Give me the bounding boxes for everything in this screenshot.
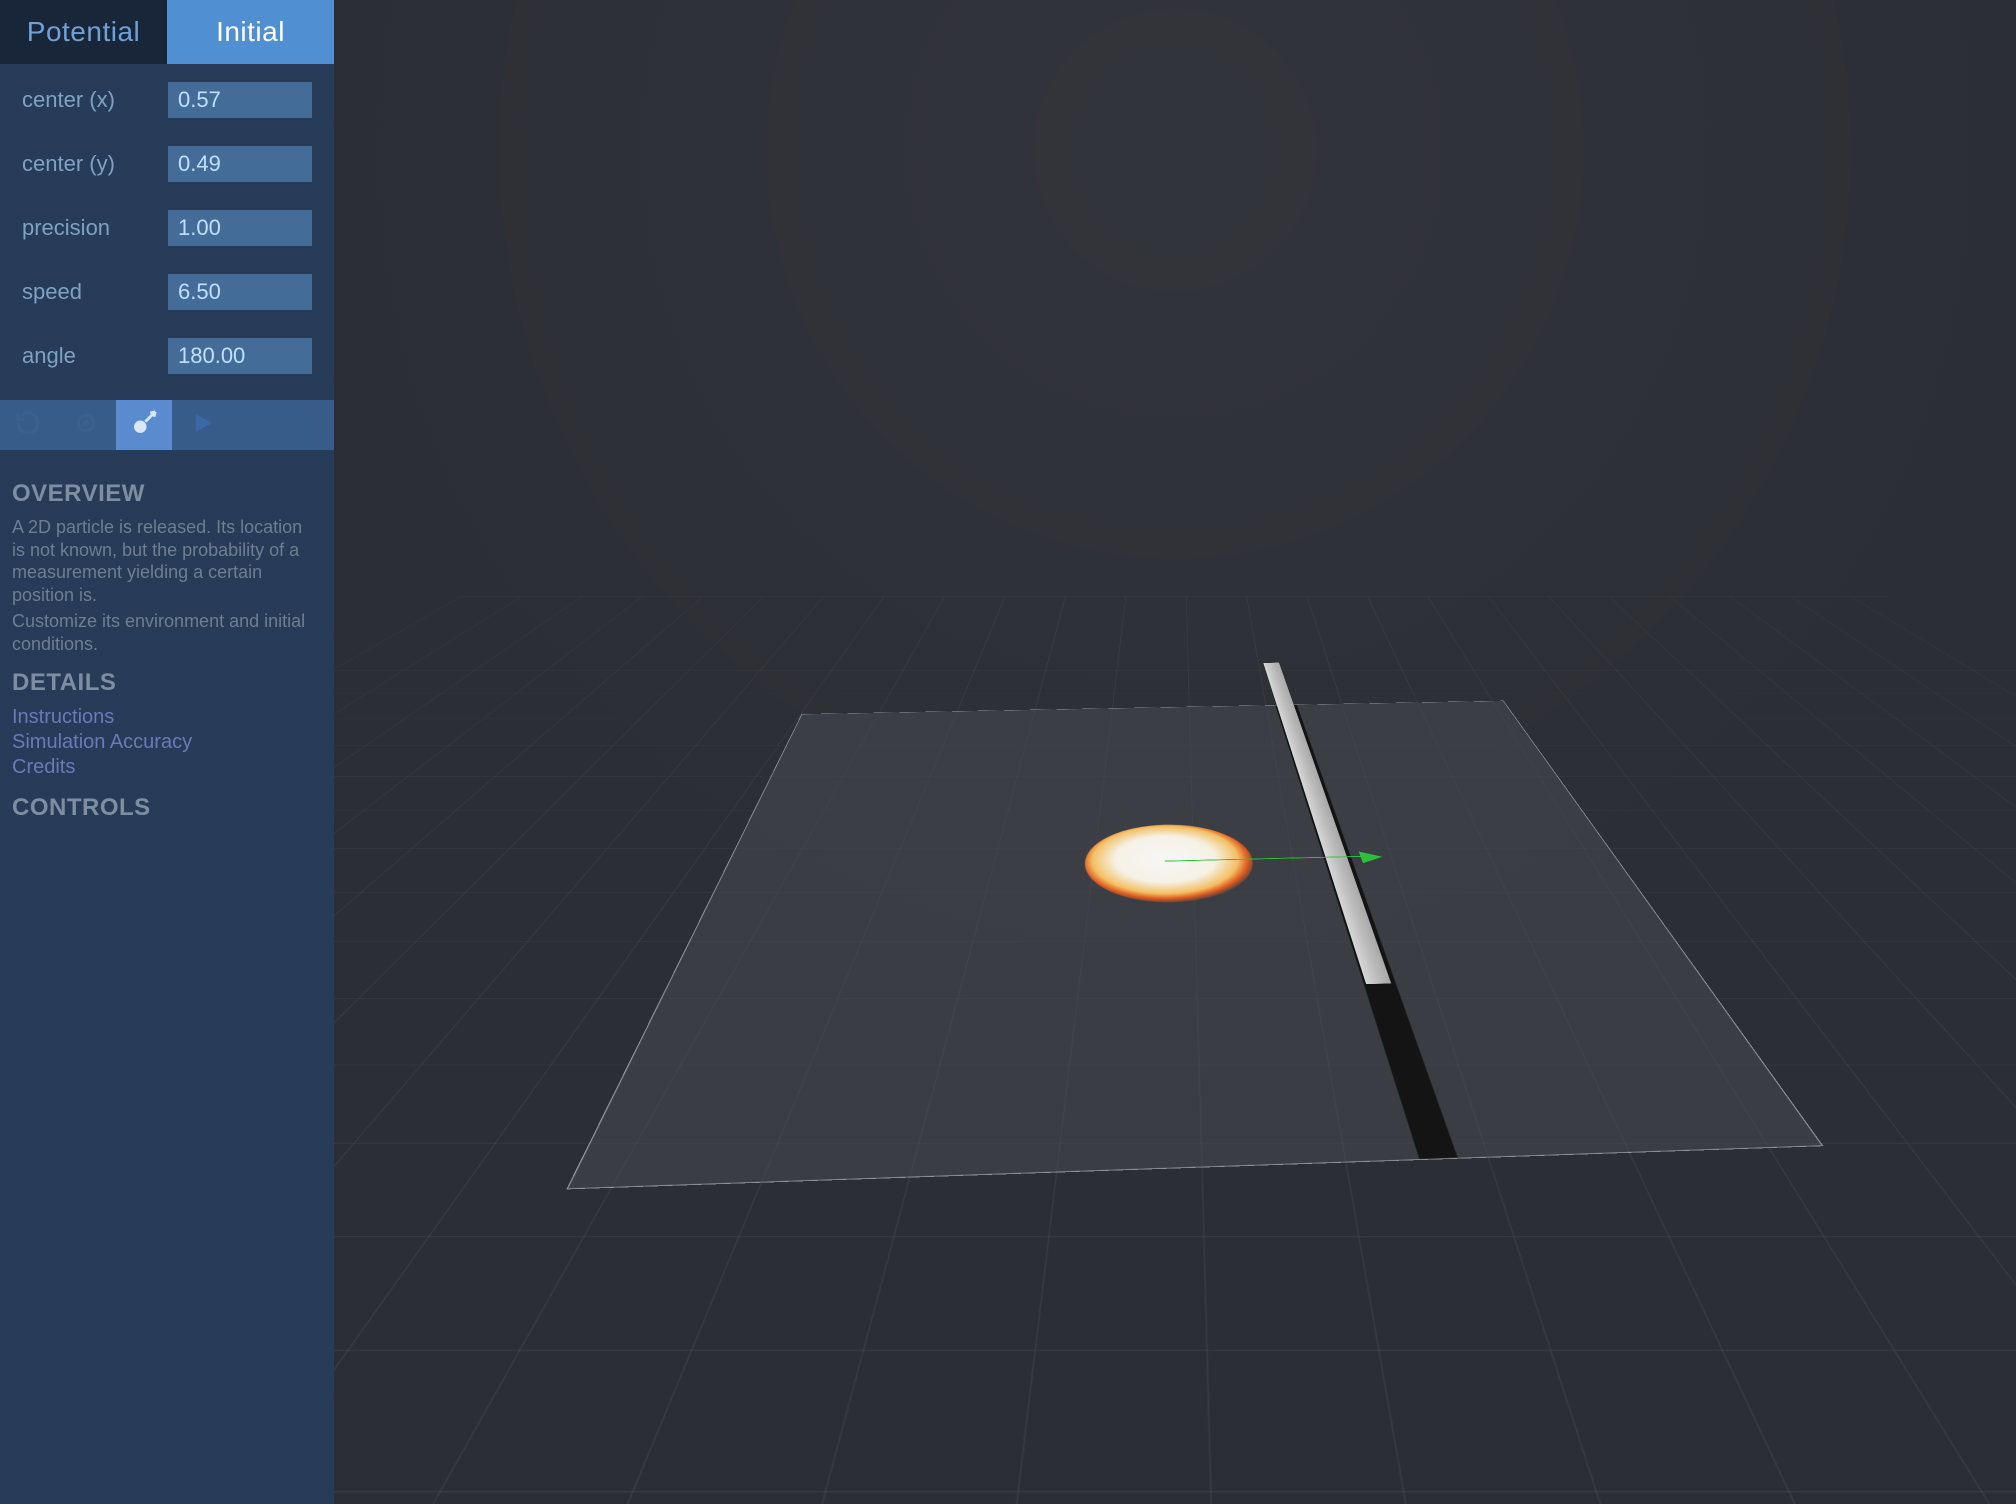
param-label: angle xyxy=(22,343,150,369)
param-center-x: center (x) 0.57 xyxy=(22,82,312,118)
params-panel: center (x) 0.57 center (y) 0.49 precisio… xyxy=(0,64,334,382)
link-instructions[interactable]: Instructions xyxy=(12,705,320,730)
tool-momentum[interactable] xyxy=(116,400,172,450)
reticle-icon xyxy=(71,408,101,443)
param-center-x-value[interactable]: 0.57 xyxy=(168,82,312,118)
tab-potential[interactable]: Potential xyxy=(0,0,167,64)
param-speed: speed 6.50 xyxy=(22,274,312,310)
param-center-y: center (y) 0.49 xyxy=(22,146,312,182)
param-label: precision xyxy=(22,215,150,241)
param-angle: angle 180.00 xyxy=(22,338,312,374)
param-label: center (y) xyxy=(22,151,150,177)
momentum-icon xyxy=(129,408,159,443)
overview-heading: OVERVIEW xyxy=(12,480,320,508)
param-angle-value[interactable]: 180.00 xyxy=(168,338,312,374)
toolbar xyxy=(0,400,334,450)
details-heading: DETAILS xyxy=(12,669,320,697)
param-speed-value[interactable]: 6.50 xyxy=(168,274,312,310)
sidebar: Potential Initial center (x) 0.57 center… xyxy=(0,0,334,1504)
tool-reset[interactable] xyxy=(0,400,56,450)
controls-heading: CONTROLS xyxy=(12,794,320,822)
link-credits[interactable]: Credits xyxy=(12,755,320,780)
tool-center-view[interactable] xyxy=(58,400,114,450)
play-icon xyxy=(187,408,217,443)
param-center-y-value[interactable]: 0.49 xyxy=(168,146,312,182)
tabs: Potential Initial xyxy=(0,0,334,64)
param-precision-value[interactable]: 1.00 xyxy=(168,210,312,246)
viewport-3d[interactable] xyxy=(334,0,2016,1504)
overview-text: Customize its environment and initial co… xyxy=(12,610,320,655)
tool-play[interactable] xyxy=(174,400,230,450)
info-panel: OVERVIEW A 2D particle is released. Its … xyxy=(0,450,334,850)
tab-initial[interactable]: Initial xyxy=(167,0,334,64)
reset-icon xyxy=(13,408,43,443)
link-simulation-accuracy[interactable]: Simulation Accuracy xyxy=(12,730,320,755)
param-label: speed xyxy=(22,279,150,305)
overview-text: A 2D particle is released. Its location … xyxy=(12,516,320,606)
momentum-arrowhead-icon xyxy=(1359,851,1385,863)
param-precision: precision 1.00 xyxy=(22,210,312,246)
param-label: center (x) xyxy=(22,87,150,113)
